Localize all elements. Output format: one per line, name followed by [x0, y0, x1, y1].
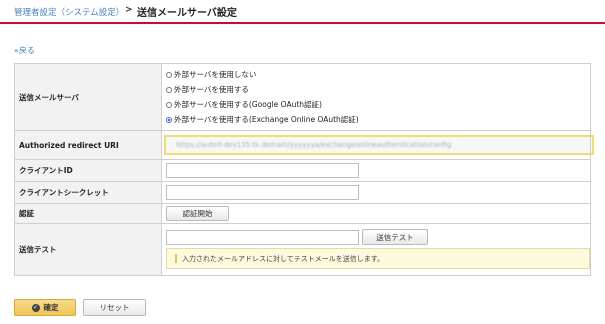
client-secret-row: クライアントシークレット	[14, 181, 591, 204]
settings-table: 送信メールサーバ 外部サーバを使用しない 外部サーバを使用する 外部サーバを使用…	[14, 63, 594, 276]
radio-button-selected[interactable]	[166, 116, 172, 123]
radio-option-google-oauth[interactable]: 外部サーバを使用する(Google OAuth認証)	[166, 97, 590, 112]
radio-label: 外部サーバを使用する(Google OAuth認証)	[174, 100, 322, 109]
send-test-row: 送信テスト 送信テスト 入力されたメールアドレスに対してテストメールを送信します…	[14, 223, 591, 276]
client-id-cell	[161, 159, 591, 182]
client-secret-label: クライアントシークレット	[14, 181, 162, 204]
form-actions: ✓ 確定 リセット	[14, 299, 146, 316]
radio-button[interactable]	[166, 71, 172, 78]
client-id-input[interactable]	[166, 163, 359, 178]
confirm-button[interactable]: ✓ 確定	[14, 299, 76, 316]
redirect-uri-value: https://autoX-dev135.tk.domain/yyyyyya/e…	[176, 141, 452, 149]
breadcrumb-separator: >	[125, 5, 133, 15]
redirect-uri-cell: https://autoX-dev135.tk.domain/yyyyyya/e…	[161, 130, 594, 160]
radio-option-exchange-oauth[interactable]: 外部サーバを使用する(Exchange Online OAuth認証)	[166, 112, 590, 127]
mail-server-label: 送信メールサーバ	[14, 63, 162, 131]
breadcrumb-parent-link[interactable]: 管理者設定（システム設定）	[14, 6, 124, 18]
client-secret-input[interactable]	[166, 185, 359, 200]
redirect-uri-label: Authorized redirect URI	[14, 130, 162, 160]
send-test-cell: 送信テスト 入力されたメールアドレスに対してテストメールを送信します。	[161, 223, 591, 276]
notice-text: 入力されたメールアドレスに対してテストメールを送信します。	[182, 254, 385, 263]
auth-label: 認証	[14, 203, 162, 224]
back-link[interactable]: «戻る	[14, 45, 35, 56]
radio-label: 外部サーバを使用する(Exchange Online OAuth認証)	[174, 115, 359, 124]
mail-server-options: 外部サーバを使用しない 外部サーバを使用する 外部サーバを使用する(Google…	[161, 63, 591, 131]
reset-button[interactable]: リセット	[83, 299, 146, 316]
radio-label: 外部サーバを使用する	[174, 85, 249, 94]
notice-accent-bar	[175, 254, 177, 263]
radio-button[interactable]	[166, 86, 172, 93]
client-id-label: クライアントID	[14, 159, 162, 182]
send-test-label: 送信テスト	[14, 223, 162, 276]
radio-option-external[interactable]: 外部サーバを使用する	[166, 82, 590, 97]
check-icon: ✓	[31, 303, 40, 312]
auth-row: 認証 認証開始	[14, 203, 591, 224]
start-auth-button[interactable]: 認証開始	[166, 206, 229, 221]
test-email-input[interactable]	[166, 229, 359, 245]
client-id-row: クライアントID	[14, 159, 591, 182]
send-test-notice: 入力されたメールアドレスに対してテストメールを送信します。	[166, 248, 590, 269]
mail-server-row: 送信メールサーバ 外部サーバを使用しない 外部サーバを使用する 外部サーバを使用…	[14, 63, 591, 131]
confirm-button-label: 確定	[43, 303, 59, 312]
radio-option-no-external[interactable]: 外部サーバを使用しない	[166, 67, 590, 82]
redirect-uri-row: Authorized redirect URI https://autoX-de…	[14, 130, 594, 160]
send-test-button[interactable]: 送信テスト	[362, 229, 428, 245]
send-test-controls: 送信テスト	[166, 226, 590, 248]
radio-button[interactable]	[166, 101, 172, 108]
redirect-uri-field[interactable]: https://autoX-dev135.tk.domain/yyyyyya/e…	[164, 135, 594, 155]
auth-cell: 認証開始	[161, 203, 591, 224]
client-secret-cell	[161, 181, 591, 204]
radio-label: 外部サーバを使用しない	[174, 70, 257, 79]
page-title: 送信メールサーバ設定	[137, 8, 237, 19]
page-header: 管理者設定（システム設定） > 送信メールサーバ設定	[0, 0, 605, 24]
